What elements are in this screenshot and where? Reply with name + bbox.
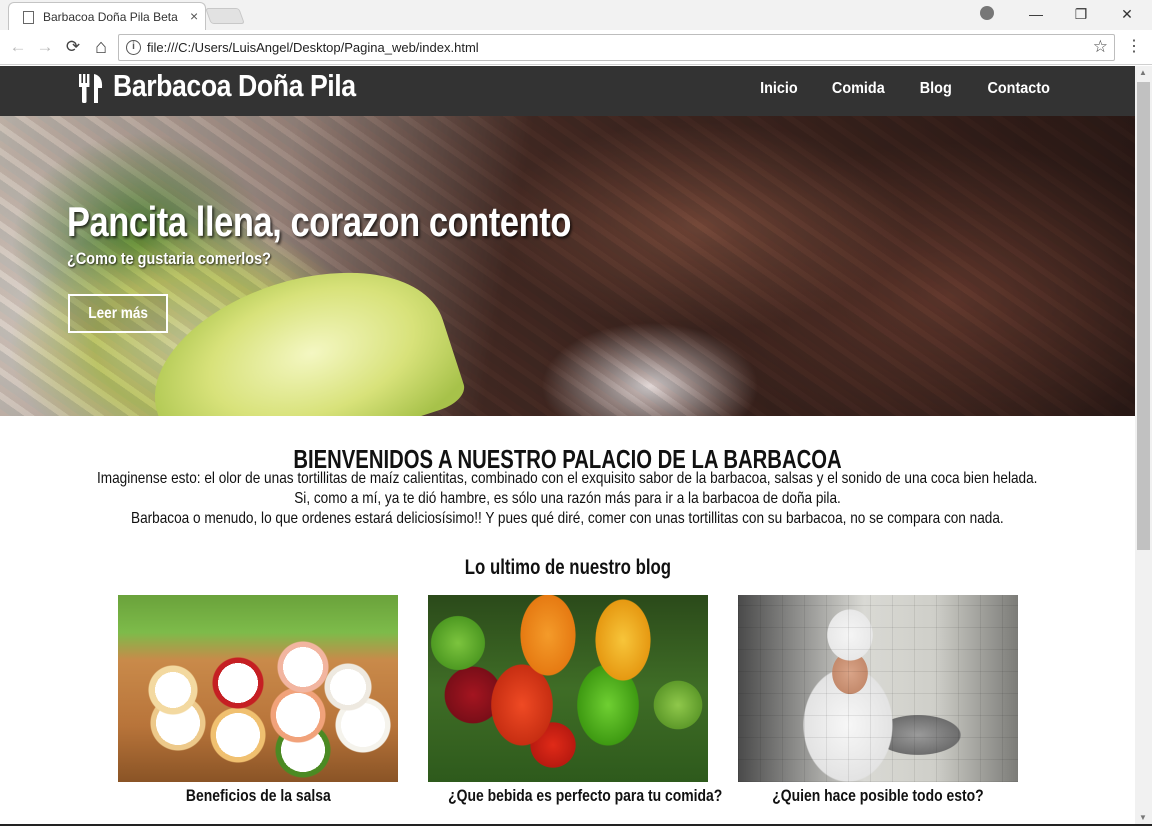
tab-title: Barbacoa Doña Pila Beta [43,10,178,24]
profile-icon[interactable] [980,6,994,20]
bookmark-star-icon[interactable]: ☆ [1093,37,1108,57]
blog-post-image-drinks[interactable] [428,595,708,782]
scrollbar-thumb[interactable] [1137,82,1150,550]
nav-contacto[interactable]: Contacto [987,80,1049,98]
home-icon[interactable]: ⌂ [90,36,112,58]
new-tab-button[interactable] [205,8,245,24]
welcome-paragraph-line: Barbacoa o menudo, lo que ordenes estará… [0,510,1135,528]
scroll-up-icon[interactable]: ▲ [1139,68,1147,77]
blog-heading-text: Lo ultimo de nuestro blog [464,556,671,579]
browser-tabstrip: Barbacoa Doña Pila Beta × — ❐ ✕ [0,0,1152,30]
main-nav: Inicio Comida Blog Contacto [758,80,1053,98]
tab-close-icon[interactable]: × [190,8,198,24]
blog-post-image-salsa[interactable] [118,595,398,782]
browser-tab[interactable]: Barbacoa Doña Pila Beta × [8,2,206,30]
welcome-text: Imaginense esto: el olor de unas tortill… [97,470,1038,487]
blog-post-image-kitchen[interactable] [738,595,1018,782]
hero-title: Pancita llena, corazon contento [67,198,571,245]
page-icon [23,11,34,24]
kitchen-tiles [738,595,1018,782]
vertical-scrollbar[interactable]: ▲ ▼ [1135,66,1152,824]
scroll-down-icon[interactable]: ▼ [1139,813,1147,822]
forward-icon[interactable]: → [34,36,56,58]
hero-subtitle: ¿Como te gustaria comerlos? [67,249,271,268]
browser-toolbar: ← → ⟳ ⌂ i file:///C:/Users/LuisAngel/Des… [0,30,1152,65]
nav-inicio[interactable]: Inicio [760,80,798,98]
nav-blog[interactable]: Blog [920,80,952,98]
close-window-button[interactable]: ✕ [1114,3,1140,25]
url-text[interactable]: file:///C:/Users/LuisAngel/Desktop/Pagin… [147,40,479,55]
back-icon[interactable]: ← [7,36,29,58]
welcome-text: Si, como a mí, ya te dió hambre, es sólo… [294,490,841,507]
fork-knife-icon [79,74,103,103]
nav-comida[interactable]: Comida [832,80,885,98]
blog-post-title[interactable]: ¿Quien hace posible todo esto? [728,786,1028,806]
blog-post-title[interactable]: ¿Que bebida es perfecto para tu comida? [418,786,722,806]
browser-menu-icon[interactable]: ⋮ [1126,36,1142,56]
site-logo[interactable]: Barbacoa Doña Pila [113,68,356,104]
blog-post-title-text: ¿Quien hace posible todo esto? [772,786,984,805]
address-bar[interactable]: i file:///C:/Users/LuisAngel/Desktop/Pag… [118,34,1115,61]
reload-icon[interactable]: ⟳ [62,36,84,58]
blog-heading: Lo ultimo de nuestro blog [0,556,1135,580]
welcome-text: Barbacoa o menudo, lo que ordenes estará… [131,510,1004,527]
hero-banner: Pancita llena, corazon contento ¿Como te… [0,116,1135,416]
blog-post-title-text: ¿Que bebida es perfecto para tu comida? [448,786,723,805]
blog-post-title[interactable]: Beneficios de la salsa [108,786,408,806]
minimize-button[interactable]: — [1023,3,1049,25]
page-viewport: Barbacoa Doña Pila Inicio Comida Blog Co… [0,66,1135,824]
read-more-label: Leer más [88,305,148,322]
site-header: Barbacoa Doña Pila Inicio Comida Blog Co… [0,66,1135,116]
welcome-paragraph-line: Imaginense esto: el olor de unas tortill… [0,470,1135,488]
info-icon[interactable]: i [126,40,141,55]
restore-button[interactable]: ❐ [1068,3,1094,25]
read-more-button[interactable]: Leer más [68,294,168,333]
blog-post-title-text: Beneficios de la salsa [185,786,331,805]
welcome-paragraph-line: Si, como a mí, ya te dió hambre, es sólo… [0,490,1135,508]
